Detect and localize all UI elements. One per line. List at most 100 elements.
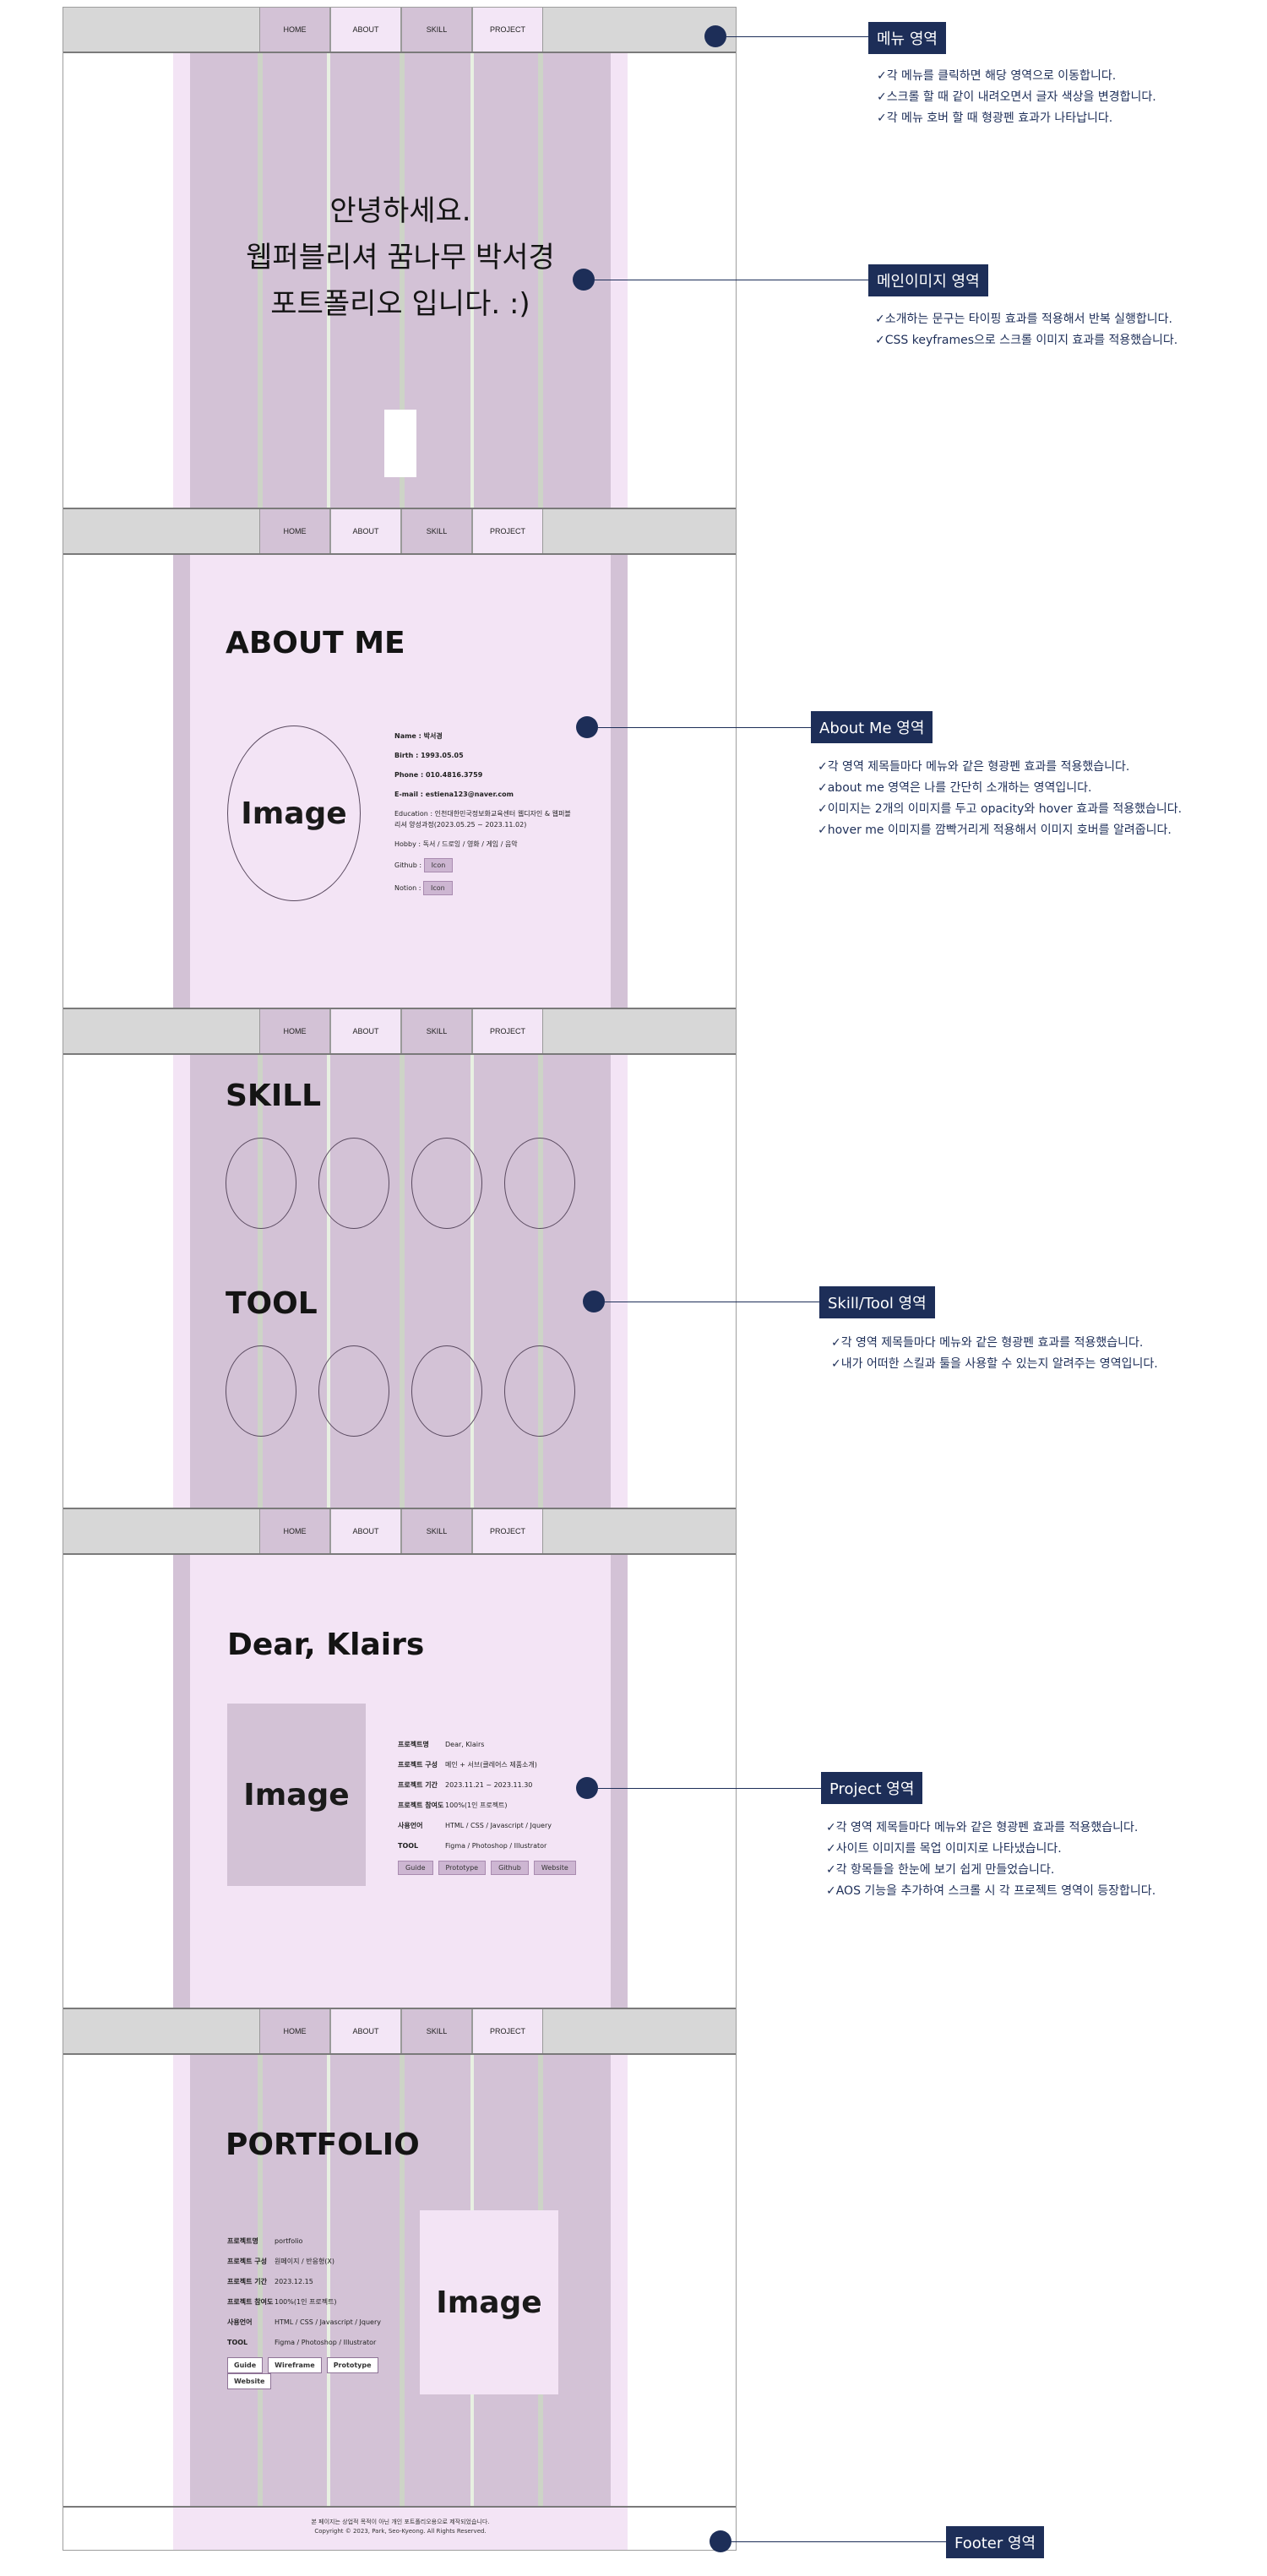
project-guide-button[interactable]: Guide xyxy=(398,1861,433,1875)
nav-bar: HOME ABOUT SKILL PROJECT xyxy=(63,1009,736,1055)
about-hobby: Hobby : 독서 / 드로잉 / 영화 / 게임 / 음악 xyxy=(394,840,518,848)
nav-skill[interactable]: SKILL xyxy=(401,1509,472,1553)
callout-label-menu: 메뉴 영역 xyxy=(868,22,946,54)
portfolio-row-label: 프로젝트 기간 xyxy=(227,2278,267,2285)
nav-about[interactable]: ABOUT xyxy=(330,509,401,553)
callout-label-skill-tool: Skill/Tool 영역 xyxy=(819,1286,935,1318)
skill-circle-3 xyxy=(411,1138,482,1229)
project-row-label: 프로젝트 기간 xyxy=(398,1781,438,1789)
callout-marker xyxy=(583,1291,605,1312)
callout-note: ✓각 메뉴를 클릭하면 해당 영역으로 이동합니다. xyxy=(877,69,1117,83)
nav-project[interactable]: PROJECT xyxy=(472,2009,543,2053)
tool-circle-4 xyxy=(504,1345,575,1437)
nav-home[interactable]: HOME xyxy=(259,1009,330,1053)
nav-bar: HOME ABOUT SKILL PROJECT xyxy=(63,2009,736,2055)
nav-home[interactable]: HOME xyxy=(259,8,330,52)
nav-project[interactable]: PROJECT xyxy=(472,8,543,52)
about-birth: Birth : 1993.05.05 xyxy=(394,752,464,759)
project-row-value: 2023.11.21 ~ 2023.11.30 xyxy=(445,1781,533,1789)
nav-bar: HOME ABOUT SKILL PROJECT xyxy=(63,509,736,555)
callout-notes-main-image: ✓소개하는 문구는 타이핑 효과를 적용해서 반복 실행합니다. ✓CSS ke… xyxy=(875,309,1177,351)
tool-circle-1 xyxy=(226,1345,296,1437)
project-section: HOME ABOUT SKILL PROJECT Dear, Klairs Im… xyxy=(63,1508,736,2009)
callout-note: ✓내가 어떠한 스킬과 툴을 사용할 수 있는지 알려주는 영역입니다. xyxy=(831,1357,1158,1371)
project-prototype-button[interactable]: Prototype xyxy=(438,1861,487,1875)
nav-skill[interactable]: SKILL xyxy=(401,1009,472,1053)
portfolio-row: 사용언어 HTML / CSS / Javascript / Jquery xyxy=(227,2317,405,2328)
callout-marker xyxy=(573,269,595,291)
nav-about[interactable]: ABOUT xyxy=(330,8,401,52)
callout-note: ✓CSS keyframes으로 스크롤 이미지 효과를 적용했습니다. xyxy=(875,334,1178,347)
project-row: TOOL Figma / Photoshop / Illustrator xyxy=(398,1840,601,1851)
footer-section: 본 페이지는 상업적 목적이 아닌 개인 포트폴리오용으로 제작되었습니다. C… xyxy=(63,2506,736,2550)
callout-label-project: Project 영역 xyxy=(821,1772,923,1804)
callout-marker xyxy=(576,716,598,738)
skill-section: HOME ABOUT SKILL PROJECT SKILL TOOL xyxy=(63,1008,736,1509)
nav-about[interactable]: ABOUT xyxy=(330,1009,401,1053)
nav-about[interactable]: ABOUT xyxy=(330,2009,401,2053)
portfolio-guide-button[interactable]: Guide xyxy=(227,2357,264,2373)
portfolio-buttons: Guide Wireframe Prototype Website xyxy=(227,2357,405,2389)
project-row: 프로젝트 참여도 100%(1인 프로젝트) xyxy=(398,1800,601,1811)
about-education: Education : 인천대한민국정보화교육센터 웹디자인 & 웹퍼블리셔 양… xyxy=(394,810,571,829)
portfolio-image-placeholder: Image xyxy=(420,2210,558,2394)
project-title: Dear, Klairs xyxy=(227,1628,425,1662)
about-github-label: Github : xyxy=(394,861,424,869)
hero-line-2: 웹퍼블리셔 꿈나무 박서경 xyxy=(246,241,555,274)
nav-project[interactable]: PROJECT xyxy=(472,509,543,553)
project-image-placeholder: Image xyxy=(227,1704,366,1886)
project-row-label: 사용언어 xyxy=(398,1822,423,1829)
callout-label-footer: Footer 영역 xyxy=(946,2526,1045,2558)
portfolio-row-value: portfolio xyxy=(275,2237,303,2245)
nav-about[interactable]: ABOUT xyxy=(330,1509,401,1553)
callout-marker xyxy=(704,25,726,47)
github-link[interactable]: Icon xyxy=(423,858,454,872)
nav-skill[interactable]: SKILL xyxy=(401,8,472,52)
skill-column-guides xyxy=(190,1055,611,1509)
nav-skill[interactable]: SKILL xyxy=(401,509,472,553)
callout-note: ✓AOS 기능을 추가하여 스크롤 시 각 프로젝트 영역이 등장합니다. xyxy=(826,1884,1156,1898)
portfolio-row: 프로젝트명 portfolio xyxy=(227,2236,405,2247)
callout-notes-about: ✓각 영역 제목들마다 메뉴와 같은 형광펜 효과를 적용했습니다. ✓abou… xyxy=(818,757,1182,841)
skill-title: SKILL xyxy=(226,1079,322,1113)
footer-line-2: Copyright © 2023, Park, Seo-Kyeong. All … xyxy=(314,2528,487,2535)
portfolio-website-button[interactable]: Website xyxy=(227,2373,272,2389)
nav-skill[interactable]: SKILL xyxy=(401,2009,472,2053)
portfolio-title: PORTFOLIO xyxy=(226,2128,420,2162)
nav-home[interactable]: HOME xyxy=(259,1509,330,1553)
portfolio-row: 프로젝트 구성 원페이지 / 반응형(X) xyxy=(227,2256,405,2267)
nav-project[interactable]: PROJECT xyxy=(472,1009,543,1053)
project-row: 프로젝트 기간 2023.11.21 ~ 2023.11.30 xyxy=(398,1780,601,1791)
callout-marker xyxy=(710,2530,731,2552)
project-github-button[interactable]: Github xyxy=(491,1861,529,1875)
callout-marker xyxy=(576,1777,598,1799)
project-website-button[interactable]: Website xyxy=(533,1861,576,1875)
about-image-label: Image xyxy=(241,796,347,831)
callout-note: ✓각 항목들을 한눈에 보기 쉽게 만들었습니다. xyxy=(826,1863,1055,1877)
project-row-label: TOOL xyxy=(398,1842,419,1850)
portfolio-row: 프로젝트 기간 2023.12.15 xyxy=(227,2276,405,2287)
nav-project[interactable]: PROJECT xyxy=(472,1509,543,1553)
project-row-label: 프로젝트명 xyxy=(398,1741,429,1748)
portfolio-row-value: 100%(1인 프로젝트) xyxy=(275,2298,337,2306)
portfolio-wireframe-button[interactable]: Wireframe xyxy=(268,2357,322,2373)
project-row-label: 프로젝트 구성 xyxy=(398,1761,438,1769)
callout-label-about: About Me 영역 xyxy=(811,711,933,743)
nav-home[interactable]: HOME xyxy=(259,509,330,553)
hero-line-1: 안녕하세요. xyxy=(329,194,471,228)
nav-home[interactable]: HOME xyxy=(259,2009,330,2053)
portfolio-section: HOME ABOUT SKILL PROJECT PORTFOLIO 프로젝트명… xyxy=(63,2008,736,2508)
hero-line-3: 포트폴리오 입니다. :) xyxy=(270,287,530,321)
portfolio-row-value: 원페이지 / 반응형(X) xyxy=(275,2258,335,2265)
notion-link[interactable]: Icon xyxy=(422,881,453,895)
portfolio-prototype-button[interactable]: Prototype xyxy=(326,2357,378,2373)
nav-bar: HOME ABOUT SKILL PROJECT xyxy=(63,8,736,53)
callout-note: ✓각 영역 제목들마다 메뉴와 같은 형광펜 효과를 적용했습니다. xyxy=(818,760,1130,774)
about-notion-label: Notion : xyxy=(394,884,423,892)
callout-label-main-image: 메인이미지 영역 xyxy=(868,264,988,296)
callout-note: ✓사이트 이미지를 목업 이미지로 나타냈습니다. xyxy=(826,1842,1062,1856)
callout-connector xyxy=(731,2541,946,2542)
portfolio-info: 프로젝트명 portfolio 프로젝트 구성 원페이지 / 반응형(X) 프로젝트… xyxy=(227,2236,405,2389)
about-image-placeholder: Image xyxy=(227,726,361,901)
about-title: ABOUT ME xyxy=(226,626,405,660)
